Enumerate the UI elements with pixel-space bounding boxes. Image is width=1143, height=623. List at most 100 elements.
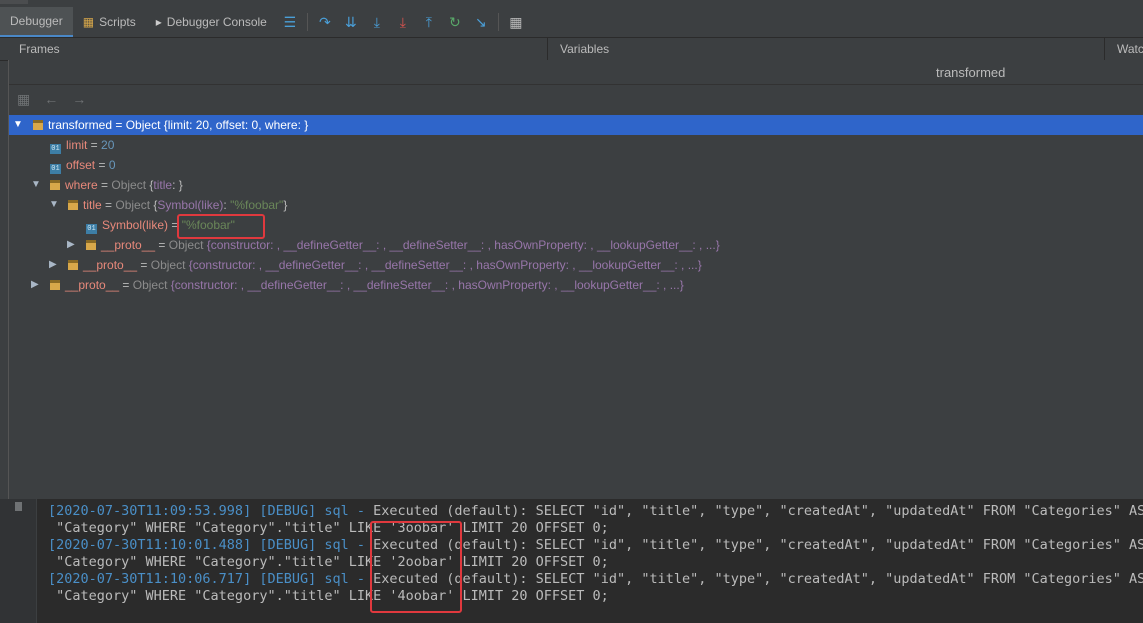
equals: = bbox=[155, 238, 169, 252]
tab-debugger[interactable]: Debugger bbox=[0, 7, 73, 37]
number-icon: 01 bbox=[50, 144, 61, 154]
step-into-icon[interactable]: ⤓ bbox=[364, 7, 390, 37]
var-name: where bbox=[65, 178, 98, 192]
summary-key: Symbol(like) bbox=[157, 198, 224, 212]
var-summary: {constructor: , __defineGetter__: , __de… bbox=[170, 278, 684, 292]
var-name: Symbol(like) bbox=[102, 218, 169, 232]
evaluate-expression-icon[interactable]: ▦ bbox=[503, 7, 529, 37]
show-execution-point-icon[interactable]: ↷ bbox=[312, 7, 338, 37]
back-icon[interactable]: ← bbox=[44, 91, 58, 107]
var-type: Object bbox=[168, 238, 207, 252]
var-name: offset bbox=[66, 158, 96, 172]
log-text: Executed (default): SELECT "id", "title"… bbox=[373, 537, 1143, 553]
run-to-cursor-icon[interactable]: ↘ bbox=[468, 7, 494, 37]
var-type: Object bbox=[111, 178, 150, 192]
tab-console-label: Debugger Console bbox=[166, 15, 267, 29]
popup-title: transformed bbox=[936, 65, 1006, 80]
number-icon: 01 bbox=[50, 164, 61, 174]
tree-row-where[interactable]: ▼ where = Object {title: } bbox=[9, 175, 1143, 195]
equals: = bbox=[112, 118, 126, 132]
tree-row-proto-where[interactable]: ▶ __proto__ = Object {constructor: , __d… bbox=[9, 255, 1143, 275]
toolbar-separator bbox=[306, 13, 308, 31]
object-icon bbox=[33, 120, 43, 130]
tree-row-offset[interactable]: 01 offset = 0 bbox=[9, 155, 1143, 175]
top-strip bbox=[0, 0, 1143, 7]
scripts-icon: ▦ bbox=[82, 15, 95, 29]
summary-value: "%foobar" bbox=[230, 198, 284, 212]
summary-brace: } bbox=[283, 198, 288, 212]
popup-navbar: ▦ ← → bbox=[9, 85, 1143, 113]
collapse-arrow-icon[interactable]: ▶ bbox=[31, 275, 41, 295]
collapse-arrow-icon[interactable]: ▶ bbox=[49, 255, 59, 275]
object-icon bbox=[68, 200, 78, 210]
panel-divider[interactable] bbox=[547, 38, 548, 60]
collapse-arrow-icon[interactable]: ▶ bbox=[67, 235, 77, 255]
log-level: [DEBUG] sql - bbox=[251, 537, 374, 553]
log-text: Executed (default): SELECT "id", "title"… bbox=[373, 571, 1143, 587]
var-type: Object bbox=[115, 198, 154, 212]
var-name: transformed bbox=[48, 118, 113, 132]
log-timestamp: [2020-07-30T11:10:06.717] bbox=[48, 571, 252, 587]
tab-scripts[interactable]: ▦ Scripts bbox=[73, 7, 146, 37]
console-line: "Category" WHERE "Category"."title" LIKE… bbox=[48, 554, 1143, 571]
variable-tree: ▼ transformed = Object {limit: 20, offse… bbox=[9, 115, 1143, 295]
debugger-console: [2020-07-30T11:09:53.998] [DEBUG] sql - … bbox=[0, 499, 1143, 623]
log-text: "Category" WHERE "Category"."title" LIKE… bbox=[48, 554, 609, 570]
equals: = bbox=[119, 278, 133, 292]
equals: = bbox=[87, 138, 102, 152]
expand-arrow-icon[interactable]: ▼ bbox=[31, 175, 41, 195]
log-timestamp: [2020-07-30T11:10:01.488] bbox=[48, 537, 252, 553]
var-value: 20 bbox=[101, 138, 115, 152]
equals: = bbox=[95, 158, 109, 172]
object-icon bbox=[68, 260, 78, 270]
menu-icon[interactable]: ☰ bbox=[277, 7, 303, 37]
variables-header: Variables bbox=[560, 42, 610, 56]
tree-row-transformed[interactable]: ▼ transformed = Object {limit: 20, offse… bbox=[9, 115, 1143, 135]
var-type: Object bbox=[125, 118, 164, 132]
string-icon: 01 bbox=[86, 224, 97, 234]
var-summary: {limit: 20, offset: 0, where: } bbox=[163, 118, 309, 132]
equals: = bbox=[97, 178, 112, 192]
console-output[interactable]: [2020-07-30T11:09:53.998] [DEBUG] sql - … bbox=[48, 503, 1143, 605]
var-summary: {constructor: , __defineGetter__: , __de… bbox=[188, 258, 702, 272]
top-tab-indicator bbox=[0, 0, 28, 4]
console-line: [2020-07-30T11:09:53.998] [DEBUG] sql - … bbox=[48, 503, 1143, 520]
evaluate-popup: transformed ▦ ← → ▼ transformed = Object… bbox=[8, 60, 1143, 499]
tab-scripts-label: Scripts bbox=[99, 15, 136, 29]
object-icon bbox=[86, 240, 96, 250]
step-over-icon[interactable]: ⇊ bbox=[338, 7, 364, 37]
equals: = bbox=[101, 198, 116, 212]
var-name: limit bbox=[66, 138, 88, 152]
console-line: [2020-07-30T11:10:01.488] [DEBUG] sql - … bbox=[48, 537, 1143, 554]
panel-divider[interactable] bbox=[1104, 38, 1105, 60]
force-step-into-icon[interactable]: ⤓ bbox=[390, 7, 416, 37]
forward-icon[interactable]: → bbox=[72, 91, 86, 107]
restart-frame-icon[interactable]: ↻ bbox=[442, 7, 468, 37]
tab-debugger-label: Debugger bbox=[10, 14, 63, 28]
var-type: Object bbox=[132, 278, 171, 292]
expand-arrow-icon[interactable]: ▼ bbox=[49, 195, 59, 215]
tree-row-proto-root[interactable]: ▶ __proto__ = Object {constructor: , __d… bbox=[9, 275, 1143, 295]
var-name: __proto__ bbox=[65, 278, 120, 292]
highlight-box bbox=[370, 521, 462, 613]
stop-icon[interactable] bbox=[15, 502, 22, 511]
var-name: title bbox=[83, 198, 102, 212]
toolbar-separator bbox=[497, 13, 499, 31]
add-watch-icon[interactable]: ▦ bbox=[17, 91, 30, 108]
tree-row-limit[interactable]: 01 limit = 20 bbox=[9, 135, 1143, 155]
tree-row-title[interactable]: ▼ title = Object {Symbol(like): "%foobar… bbox=[9, 195, 1143, 215]
expand-arrow-icon[interactable]: ▼ bbox=[13, 115, 23, 135]
panel-headers: Frames Variables Watc bbox=[0, 38, 1143, 61]
console-gutter bbox=[0, 499, 37, 623]
object-icon bbox=[50, 280, 60, 290]
highlight-box bbox=[177, 214, 265, 239]
popup-title-bar: transformed bbox=[9, 60, 1143, 85]
var-value: 0 bbox=[108, 158, 116, 172]
object-icon bbox=[50, 180, 60, 190]
log-text: Executed (default): SELECT "id", "title"… bbox=[373, 503, 1143, 519]
equals: = bbox=[137, 258, 151, 272]
var-summary: {constructor: , __defineGetter__: , __de… bbox=[206, 238, 720, 252]
console-line: "Category" WHERE "Category"."title" LIKE… bbox=[48, 588, 1143, 605]
step-out-icon[interactable]: ⤒ bbox=[416, 7, 442, 37]
tab-debugger-console[interactable]: ▸ Debugger Console bbox=[146, 7, 277, 37]
